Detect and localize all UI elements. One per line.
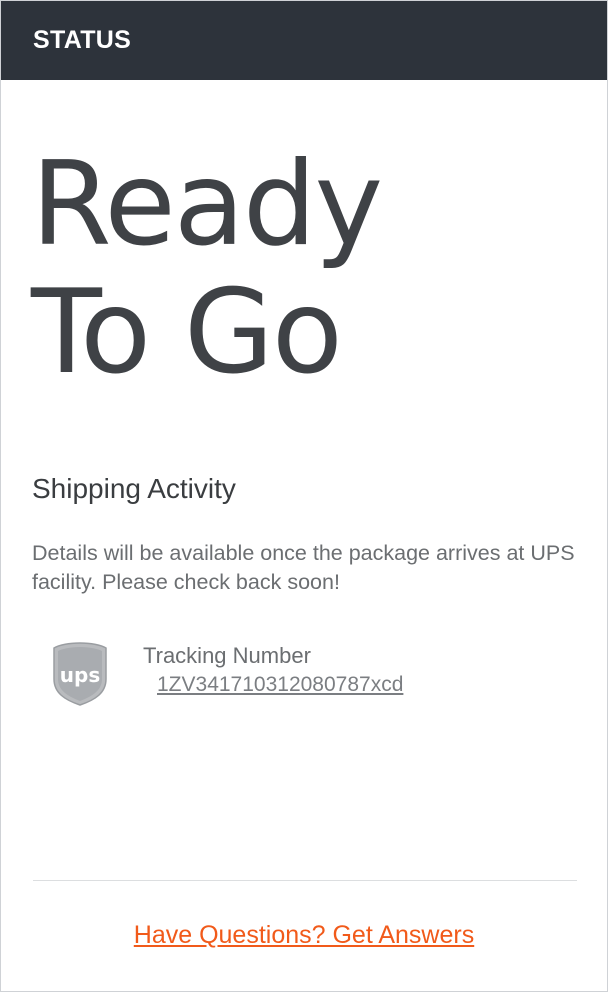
tracking-info: Tracking Number 1ZV341710312080787xcd: [143, 643, 403, 697]
status-headline: Ready To Go: [31, 137, 383, 400]
shipping-activity-title: Shipping Activity: [32, 473, 236, 504]
status-header: STATUS: [1, 1, 607, 80]
tracking-number-link[interactable]: 1ZV341710312080787xcd: [157, 673, 403, 697]
ups-logo-icon: ups: [53, 642, 107, 706]
tracking-block: ups Tracking Number 1ZV341710312080787xc…: [51, 641, 403, 707]
shipping-activity-description: Details will be available once the packa…: [32, 541, 575, 594]
help-link[interactable]: Have Questions? Get Answers: [1, 921, 607, 950]
status-line-1: Ready: [31, 137, 383, 272]
status-card: STATUS Ready To Go Shipping Activity Det…: [0, 0, 608, 992]
header-title: STATUS: [33, 26, 132, 54]
divider: [33, 880, 577, 881]
tracking-number-label: Tracking Number: [143, 643, 311, 668]
status-line-2: To Go: [31, 265, 343, 400]
svg-text:ups: ups: [60, 663, 100, 687]
